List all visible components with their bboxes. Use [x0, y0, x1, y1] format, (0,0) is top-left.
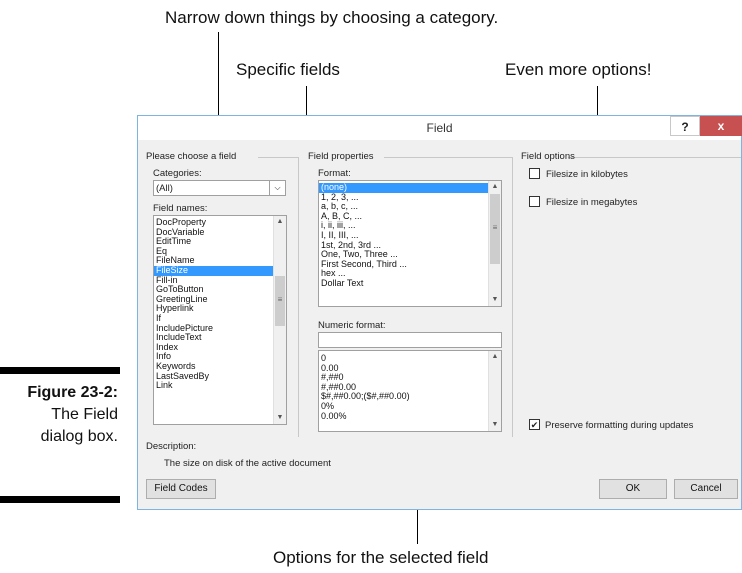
format-list[interactable]: (none) 1, 2, 3, ... a, b, c, ... A, B, C, .… — [318, 180, 502, 307]
numeric-format-input[interactable] — [318, 332, 502, 348]
scroll-down-arrow-icon[interactable]: ▼ — [489, 419, 501, 431]
group-line-options — [568, 157, 741, 158]
annotation-more-options: Even more options! — [505, 60, 652, 79]
kilobytes-label[interactable]: Filesize in kilobytes — [546, 169, 628, 180]
scroll-down-arrow-icon[interactable]: ▼ — [274, 412, 286, 424]
numeric-format-item[interactable]: $#,##0.00;($#,##0.00) — [319, 392, 488, 402]
ok-button[interactable]: OK — [599, 479, 667, 499]
group-title-options: Field options — [521, 151, 575, 162]
group-title-choose: Please choose a field — [146, 151, 237, 162]
megabytes-label[interactable]: Filesize in megabytes — [546, 197, 637, 208]
scroll-up-arrow-icon[interactable]: ▲ — [274, 216, 286, 228]
numeric-format-label: Numeric format: — [318, 320, 386, 331]
annotation-selected-field-options: Options for the selected field — [273, 548, 489, 567]
annotation-specific-fields: Specific fields — [236, 60, 340, 79]
scroll-up-arrow-icon[interactable]: ▲ — [489, 181, 501, 193]
scroll-down-arrow-icon[interactable]: ▼ — [489, 294, 501, 306]
caption-bar-top — [0, 367, 120, 374]
description-label: Description: — [146, 441, 197, 452]
field-dialog: Field ? x Please choose a field Categori… — [137, 115, 742, 510]
check-mark-icon: ✔ — [530, 420, 539, 430]
field-name-item[interactable]: Link — [154, 380, 273, 391]
caption-line-1: The Field — [51, 406, 118, 423]
field-name-item[interactable]: Hyperlink — [154, 304, 273, 314]
categories-value: (All) — [156, 183, 173, 194]
cancel-button[interactable]: Cancel — [674, 479, 738, 499]
caption-bar-bottom — [0, 496, 120, 503]
caption-line-2: dialog box. — [40, 428, 118, 445]
numeric-format-list[interactable]: 0 0.00 #,##0 #,##0.00 $#,##0.00;($#,##0.00) 0… — [318, 350, 502, 432]
format-scrollbar[interactable]: ▲ ≡ ▼ — [488, 181, 501, 306]
description-text: The size on disk of the active document — [164, 458, 331, 469]
group-divider-left — [298, 157, 299, 437]
annotation-category: Narrow down things by choosing a categor… — [165, 8, 499, 27]
grip-icon: ≡ — [492, 223, 498, 232]
dialog-title: Field — [426, 121, 453, 135]
grip-icon: ≡ — [277, 295, 283, 304]
format-item[interactable]: Dollar Text — [319, 278, 488, 289]
field-names-list[interactable]: DocProperty DocVariable EditTime Eq FileName… — [153, 215, 287, 425]
scroll-thumb[interactable]: ≡ — [490, 194, 500, 264]
numeric-format-scrollbar[interactable]: ▲ ▼ — [488, 351, 501, 431]
group-divider-right — [512, 157, 513, 437]
categories-label: Categories: — [153, 168, 202, 179]
group-line-choose — [258, 157, 298, 158]
numeric-format-item[interactable]: 0.00 — [319, 363, 488, 374]
figure-caption: Figure 23-2: The Field dialog box. — [27, 382, 118, 448]
preserve-formatting-label[interactable]: Preserve formatting during updates — [545, 420, 693, 431]
categories-dropdown[interactable]: (All) ⌵ — [153, 180, 286, 196]
field-name-item[interactable]: EditTime — [154, 237, 273, 247]
preserve-formatting-checkbox[interactable]: ✔ — [529, 419, 540, 430]
field-names-scrollbar[interactable]: ▲ ≡ ▼ — [273, 216, 286, 424]
group-line-properties — [384, 157, 512, 158]
group-title-properties: Field properties — [308, 151, 374, 162]
title-bar: Field ? x — [138, 116, 742, 140]
field-name-item[interactable]: Index — [154, 342, 273, 353]
figure-number: Figure 23-2: — [27, 384, 118, 401]
format-label: Format: — [318, 168, 351, 179]
megabytes-checkbox[interactable] — [529, 196, 540, 207]
help-button[interactable]: ? — [670, 116, 700, 136]
close-button[interactable]: x — [700, 116, 742, 136]
field-codes-button[interactable]: Field Codes — [146, 479, 216, 499]
kilobytes-checkbox[interactable] — [529, 168, 540, 179]
numeric-format-item[interactable]: 0.00% — [319, 411, 488, 422]
field-names-label: Field names: — [153, 203, 208, 214]
numeric-format-item[interactable]: 0 — [319, 353, 488, 364]
scroll-thumb[interactable]: ≡ — [275, 276, 285, 326]
scroll-up-arrow-icon[interactable]: ▲ — [489, 351, 501, 363]
chevron-down-icon[interactable]: ⌵ — [269, 181, 285, 195]
